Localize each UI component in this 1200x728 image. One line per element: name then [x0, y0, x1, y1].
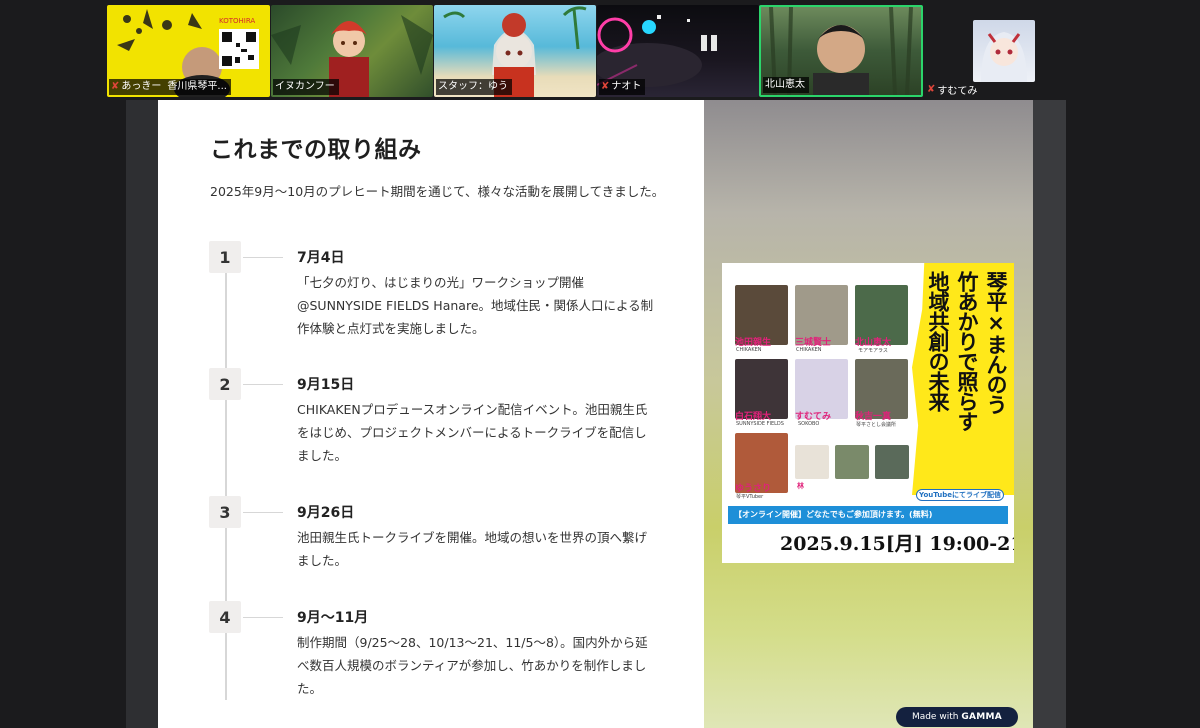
poster-person-affiliation: CHIKAKEN: [736, 347, 762, 353]
participant-label-2: イヌカンフー: [273, 79, 339, 95]
step-desc-3: 池田親生氏トークライブを開催。地域の想いを世界の頂へ繋げました。: [297, 530, 648, 568]
poster-person-affiliation: 琴平VTuber: [736, 494, 764, 500]
made-with-gamma-badge[interactable]: Made with GAMMA: [896, 707, 1018, 727]
step-connector-4: [243, 617, 283, 618]
slide-intro: 2025年9月〜10月のプレヒート期間を通じて、様々な活動を展開してきました。: [210, 184, 665, 199]
participant-tile-3[interactable]: スタッフ：ゆう: [434, 5, 596, 97]
participant-name-5: 北山恵太: [765, 79, 805, 90]
step-desc-2: CHIKAKENプロデュースオンライン配信イベント。池田親生氏をはじめ、プロジェ…: [297, 402, 648, 463]
step-connector-3: [243, 512, 283, 513]
slide-title: これまでの取り組み: [210, 137, 422, 163]
participant-label-5: 北山恵太: [763, 77, 809, 93]
poster-person-affiliation: モアモアラス: [858, 348, 888, 354]
step-connector-2: [243, 384, 283, 385]
poster-person-affiliation: SOKOBO: [798, 421, 820, 427]
step-date-2: 9月15日: [297, 377, 355, 393]
poster-title-line-2: 竹あかりで照らす: [955, 271, 979, 431]
mic-muted-icon: ✘: [927, 83, 936, 95]
badge-brand: GAMMA: [961, 712, 1003, 722]
step-number-3: 3: [209, 496, 241, 528]
step-date-1: 7月4日: [297, 250, 345, 266]
poster-person-affiliation: 琴平さとし会議所: [856, 422, 897, 428]
event-poster: 琴平×まんのう 竹あかりで照らす 地域共創の未来 池田親生 CHIKAKEN 三…: [722, 263, 1014, 563]
step-number-1: 1: [209, 241, 241, 273]
step-number-2: 2: [209, 368, 241, 400]
poster-person-photo: [795, 445, 829, 479]
participant-tile-1[interactable]: KOTOHIRA ✘ あっきー 香川県琴平...: [107, 5, 270, 97]
participant-name-3: スタッフ：ゆう: [438, 81, 508, 92]
participant-tile-4[interactable]: ✘ ナオト: [597, 5, 759, 97]
screen-share-margin: [1033, 100, 1066, 728]
step-desc-4: 制作期間（9/25〜28、10/13〜21、11/5〜8）。国内外から延べ数百人…: [297, 635, 648, 696]
participant-name-6: すむてみ: [937, 85, 978, 97]
badge-prefix: Made with: [911, 712, 959, 722]
poster-title-line-1: 琴平×まんのう: [984, 271, 1008, 414]
timeline-line: [225, 258, 227, 700]
participant-label-6: ✘ すむてみ: [927, 80, 977, 98]
participant-secondary-1: 香川県琴平...: [167, 81, 227, 92]
participant-tile-5-active-speaker[interactable]: 北山恵太: [759, 5, 923, 97]
poster-person-name: 林: [797, 482, 804, 490]
participant-name-1: あっきー: [121, 81, 162, 92]
poster-event-date: 2025.9.15[月] 19:00-21:00: [780, 533, 1014, 555]
online-event-bar: 【オンライン開催】どなたでもご参加頂けます。(無料): [728, 506, 1008, 524]
participant-name-4: ナオト: [611, 81, 642, 92]
step-desc-1: 「七夕の灯り、はじまりの光」ワークショップ開催 @SUNNYSIDE FIELD…: [297, 275, 654, 336]
participant-label-1: ✘ あっきー 香川県琴平...: [109, 79, 231, 95]
poster-person-photo: [835, 445, 869, 479]
participant-label-4: ✘ ナオト: [599, 79, 646, 95]
poster-person-affiliation: CHIKAKEN: [796, 347, 822, 353]
participant-name-2: イヌカンフー: [275, 81, 335, 92]
participant-label-3: スタッフ：ゆう: [436, 79, 512, 95]
step-number-4: 4: [209, 601, 241, 633]
poster-title-line-3: 地域共創の未来: [926, 271, 950, 411]
step-connector-1: [243, 257, 283, 258]
tile-6-avatar-image: [981, 32, 1027, 82]
svg-text:KOTOHIRA: KOTOHIRA: [219, 17, 255, 25]
poster-person-photo: [875, 445, 909, 479]
mic-muted-icon: ✘: [111, 81, 120, 92]
participant-tile-2[interactable]: イヌカンフー: [271, 5, 433, 97]
poster-person-affiliation: SUNNYSIDE FIELDS: [736, 421, 784, 427]
step-date-4: 9月〜11月: [297, 610, 369, 626]
mic-muted-icon: ✘: [601, 81, 610, 92]
step-date-3: 9月26日: [297, 505, 355, 521]
participant-strip: KOTOHIRA ✘ あっきー 香川県琴平... イヌカンフー スタッフ：ゆう …: [0, 0, 1200, 100]
participant-tile-6-avatar[interactable]: [973, 20, 1035, 82]
youtube-live-tag: YouTubeにてライブ配信: [916, 489, 1004, 501]
